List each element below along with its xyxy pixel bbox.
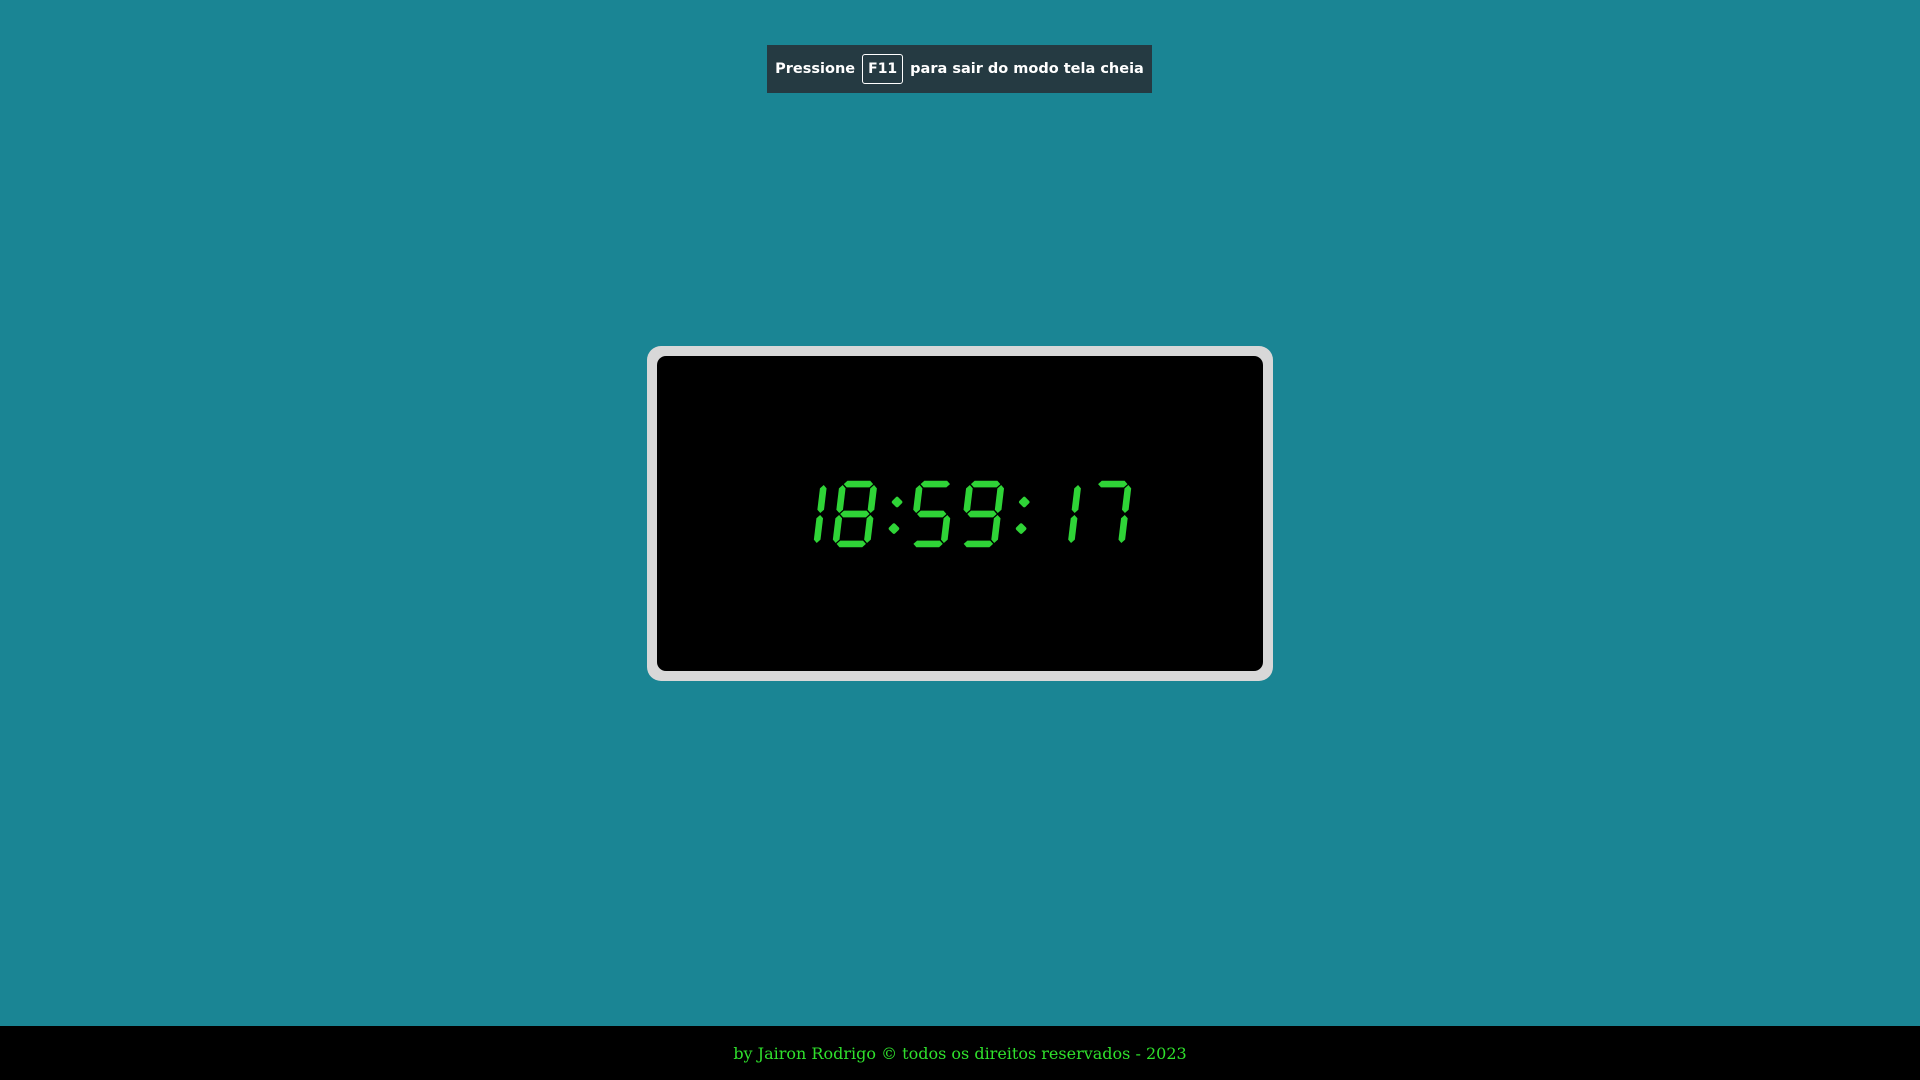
f11-key-badge: F11 bbox=[862, 54, 904, 84]
clock-digit-5-segment-d bbox=[913, 540, 943, 547]
fullscreen-exit-notice: Pressione F11 para sair do modo tela che… bbox=[767, 45, 1152, 93]
digital-clock-frame bbox=[647, 346, 1273, 681]
clock-colon-dot bbox=[888, 522, 900, 534]
clock-digit-9-segment-a bbox=[970, 480, 1001, 487]
clock-digit-9-segment-b bbox=[994, 484, 1005, 513]
clock-digit-1-segment-b bbox=[1071, 484, 1081, 513]
notice-prefix: Pressione bbox=[775, 61, 856, 77]
footer: by Jairon Rodrigo © todos os direitos re… bbox=[0, 1026, 1920, 1080]
clock-digit-8-segment-a bbox=[843, 480, 874, 487]
clock-digit-8-segment-f bbox=[836, 484, 846, 513]
clock-digit-1-segment-b bbox=[817, 484, 827, 513]
clock-digit-9-segment-c bbox=[991, 514, 1001, 543]
clock-digit-7-segment-b bbox=[1121, 484, 1132, 513]
clock-digit-8-segment-e bbox=[832, 514, 843, 543]
clock-digit-9-segment-g bbox=[967, 510, 997, 517]
clock-colon-dot bbox=[1015, 522, 1027, 534]
clock-digit-5-segment-a bbox=[920, 480, 951, 487]
footer-credits: by Jairon Rodrigo © todos os direitos re… bbox=[733, 1043, 1187, 1063]
digital-clock-screen bbox=[657, 356, 1263, 671]
clock-digit-8-segment-c bbox=[864, 514, 874, 543]
clock-digit-9-segment-f bbox=[963, 484, 973, 513]
clock-digit-8-segment-d bbox=[836, 540, 866, 547]
clock-digit-5-segment-c bbox=[941, 514, 951, 543]
clock-time-display bbox=[813, 480, 1132, 547]
clock-digit-1-segment-c bbox=[1068, 514, 1078, 543]
clock-digit-8-segment-b bbox=[867, 484, 877, 513]
clock-digit-8-segment-g bbox=[840, 510, 870, 517]
clock-digit-9-segment-d bbox=[963, 540, 994, 547]
notice-suffix: para sair do modo tela cheia bbox=[910, 61, 1144, 77]
clock-digit-5-segment-f bbox=[913, 484, 923, 513]
clock-digit-1-segment-c bbox=[813, 514, 824, 543]
clock-colon-dot bbox=[891, 496, 903, 507]
clock-digit-7-segment-c bbox=[1118, 514, 1128, 543]
clock-colon-dot bbox=[1018, 496, 1030, 507]
clock-digit-5-segment-g bbox=[917, 510, 947, 517]
clock-digit-7-segment-a bbox=[1098, 480, 1128, 487]
